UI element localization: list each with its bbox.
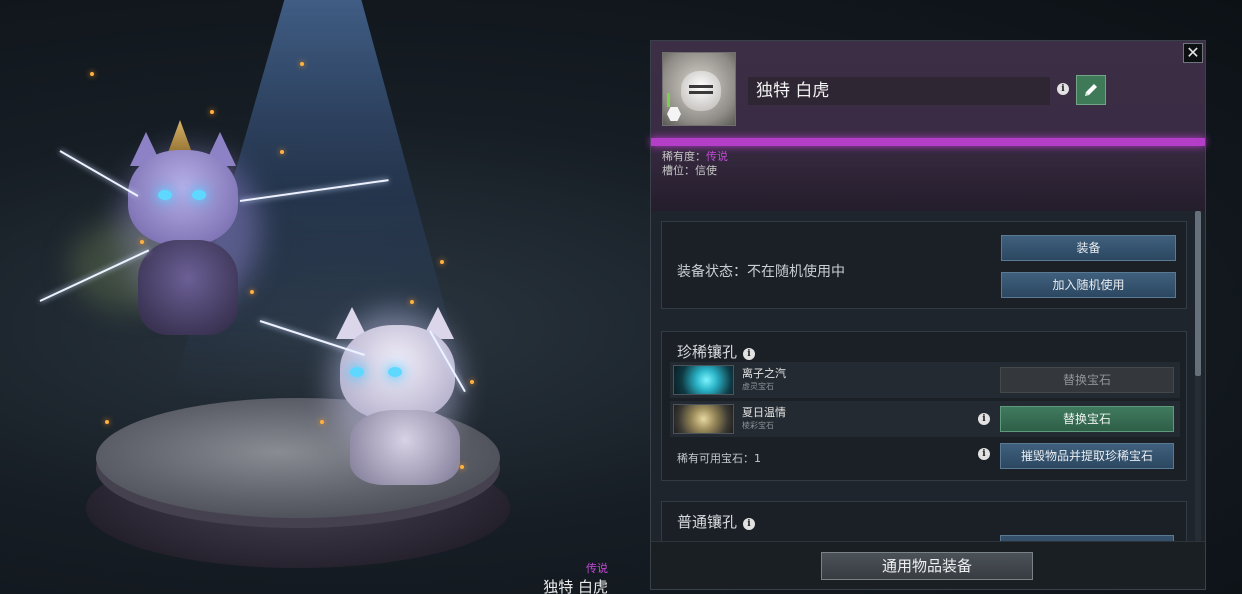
tiger-head — [128, 150, 238, 245]
scene-item-name: 独特 白虎 — [543, 578, 608, 594]
tiger-courier-cub — [330, 305, 480, 495]
general-equip-button[interactable]: 通用物品装备 — [821, 552, 1033, 580]
equip-button[interactable]: 装备 — [1001, 235, 1176, 261]
rarity-label: 稀有度： — [662, 150, 706, 163]
item-options-scroll[interactable]: 装备状态：不在随机使用中 装备 加入随机使用 珍稀镶孔 i 离子之汽 虚灵宝石 替… — [651, 211, 1205, 541]
spark-particle — [460, 465, 464, 469]
normal-sockets-title: 普通镶孔 i — [677, 511, 756, 532]
equip-status: 装备状态：不在随机使用中 — [677, 264, 845, 280]
rarity-line: 稀有度：传说 — [662, 150, 728, 164]
item-header: 独特 白虎 i 稀有度：传说 槽位：信使 — [651, 41, 1205, 211]
item-thumbnail — [662, 52, 736, 126]
courier-showcase[interactable]: 传说 独特 白虎 — [0, 0, 650, 594]
scene-rarity-label: 传说 — [586, 562, 608, 575]
rarity-color-bar — [651, 138, 1205, 146]
destroy-extract-button[interactable]: 摧毁物品并提取珍稀宝石 — [1000, 443, 1174, 469]
tiger-eye — [388, 367, 402, 377]
tiger-eye — [158, 190, 172, 200]
spark-particle — [440, 260, 444, 264]
scrollbar[interactable] — [1195, 211, 1201, 541]
normal-sockets-label: 普通镶孔 — [677, 513, 738, 531]
equip-section: 装备状态：不在随机使用中 装备 加入随机使用 — [661, 221, 1187, 309]
hexagon-badge-icon — [667, 107, 681, 121]
info-icon[interactable]: i — [978, 413, 990, 425]
rare-sockets-title: 珍稀镶孔 i — [677, 341, 756, 362]
rename-button[interactable] — [1076, 75, 1106, 105]
spark-particle — [470, 380, 474, 384]
spark-particle — [210, 110, 214, 114]
tiger-courier-adult — [118, 120, 268, 350]
rare-sockets-label: 珍稀镶孔 — [677, 343, 738, 361]
info-icon[interactable]: i — [978, 448, 990, 460]
spark-particle — [105, 420, 109, 424]
slot-line: 槽位：信使 — [662, 164, 717, 177]
tiger-body — [350, 410, 460, 485]
info-icon[interactable]: i — [743, 518, 756, 530]
gem-type: 虚灵宝石 — [742, 382, 774, 391]
rarity-value: 传说 — [706, 150, 728, 163]
spark-particle — [250, 290, 254, 294]
item-meta: 稀有度：传说 槽位：信使 — [662, 150, 728, 178]
spark-particle — [90, 72, 94, 76]
replace-gem-button[interactable]: 替换宝石 — [1000, 367, 1174, 393]
info-icon[interactable]: i — [743, 348, 756, 360]
gem-name: 离子之汽 — [742, 367, 786, 380]
gem-name: 夏日温情 — [742, 406, 786, 419]
item-name-field[interactable]: 独特 白虎 — [748, 77, 1050, 105]
info-icon[interactable]: i — [1057, 83, 1069, 95]
spark-particle — [300, 62, 304, 66]
spark-particle — [140, 240, 144, 244]
normal-sockets-section: 普通镶孔 i — [661, 501, 1187, 541]
close-button[interactable]: ✕ — [1183, 43, 1203, 63]
gem-type: 棱彩宝石 — [742, 421, 774, 430]
gem-row: 离子之汽 虚灵宝石 替换宝石 — [670, 362, 1180, 398]
replace-gem-button[interactable]: 替换宝石 — [1000, 406, 1174, 432]
tiger-eye — [350, 367, 364, 377]
spark-particle — [320, 420, 324, 424]
tiger-body — [138, 240, 238, 335]
gem-image — [673, 365, 734, 395]
gem-row: 夏日温情 棱彩宝石 i 替换宝石 — [670, 401, 1180, 437]
tiger-eye — [192, 190, 206, 200]
available-gems-count: 稀有可用宝石：1 — [677, 452, 761, 465]
scrollbar-thumb[interactable] — [1195, 211, 1201, 376]
item-detail-panel: 独特 白虎 i 稀有度：传说 槽位：信使 ✕ 装备状态：不在随机使用中 装备 加… — [650, 40, 1206, 590]
down-arrow-icon — [667, 93, 670, 107]
gem-image — [673, 404, 734, 434]
pencil-icon — [1085, 84, 1097, 96]
panel-footer: 通用物品装备 — [651, 541, 1205, 589]
tiger-thumbnail-art — [681, 71, 721, 111]
spark-particle — [280, 150, 284, 154]
rare-sockets-section: 珍稀镶孔 i 离子之汽 虚灵宝石 替换宝石 夏日温情 棱彩宝石 i 替换宝石 稀有… — [661, 331, 1187, 481]
spark-particle — [410, 300, 414, 304]
add-random-button[interactable]: 加入随机使用 — [1001, 272, 1176, 298]
scene-caption: 传说 独特 白虎 — [480, 560, 640, 594]
